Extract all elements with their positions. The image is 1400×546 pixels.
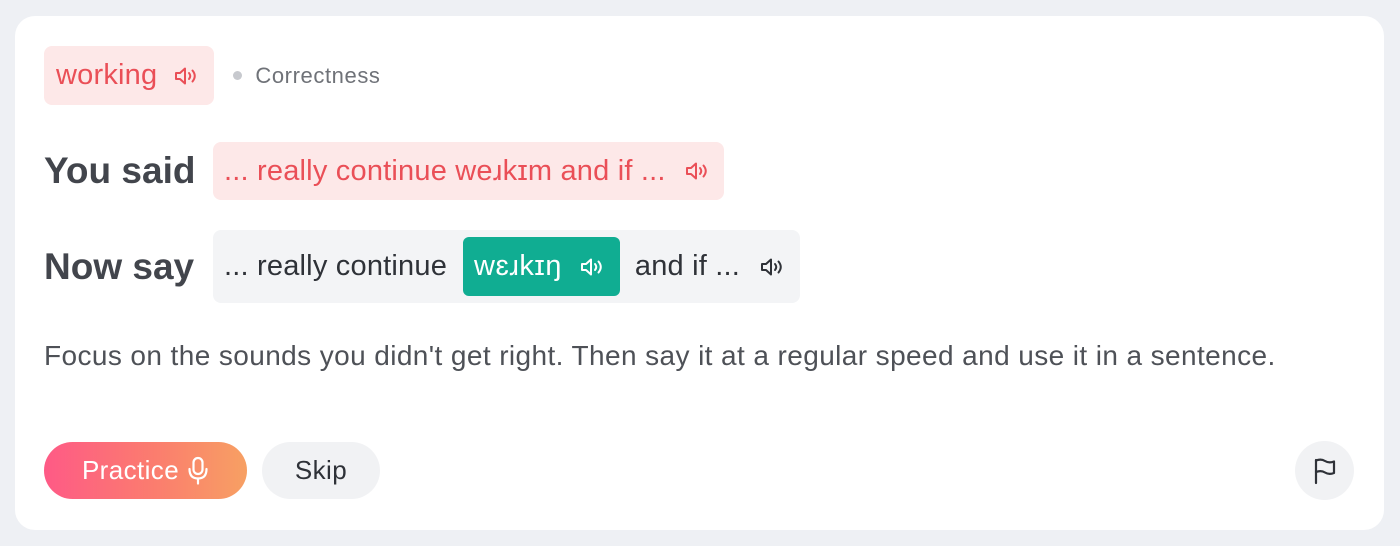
instruction-text: Focus on the sounds you didn't get right… bbox=[44, 340, 1276, 371]
microphone-icon bbox=[187, 456, 209, 486]
practice-label: Practice bbox=[81, 455, 180, 485]
error-category: Correctness bbox=[255, 62, 381, 88]
speaker-icon[interactable] bbox=[759, 255, 785, 279]
practice-button[interactable]: Practice bbox=[44, 442, 247, 499]
target-word-chip[interactable]: working bbox=[44, 46, 215, 105]
speaker-icon[interactable] bbox=[579, 255, 605, 279]
flag-icon bbox=[1312, 457, 1338, 485]
now-say-label: Now say bbox=[44, 245, 195, 287]
correct-pronunciation-chip[interactable]: wɛɹkɪŋ bbox=[463, 237, 620, 296]
action-bar: Practice Skip bbox=[44, 442, 380, 499]
skip-button[interactable]: Skip bbox=[262, 442, 380, 499]
speaker-icon[interactable] bbox=[173, 64, 199, 88]
now-say-after: and if ... bbox=[634, 250, 741, 282]
now-say-phrase[interactable]: ... really continue wɛɹkɪŋ and if ... bbox=[213, 230, 801, 303]
target-word: working bbox=[56, 59, 158, 91]
now-say-row: Now say ... really continue wɛɹkɪŋ and i… bbox=[44, 230, 801, 303]
you-said-text: ... really continue weɹkɪm and if ... bbox=[224, 154, 666, 187]
speaker-icon[interactable] bbox=[684, 159, 710, 183]
feedback-card: working Correctness You said ... really … bbox=[15, 16, 1384, 530]
report-button[interactable] bbox=[1295, 441, 1354, 500]
you-said-phrase[interactable]: ... really continue weɹkɪm and if ... bbox=[213, 142, 724, 200]
correct-ipa: wɛɹkɪŋ bbox=[474, 250, 562, 282]
you-said-row: You said ... really continue weɹkɪm and … bbox=[44, 142, 724, 200]
separator-dot bbox=[233, 71, 243, 80]
you-said-label: You said bbox=[44, 150, 196, 191]
now-say-before: ... really continue bbox=[224, 250, 448, 282]
word-header: working Correctness bbox=[44, 46, 381, 105]
